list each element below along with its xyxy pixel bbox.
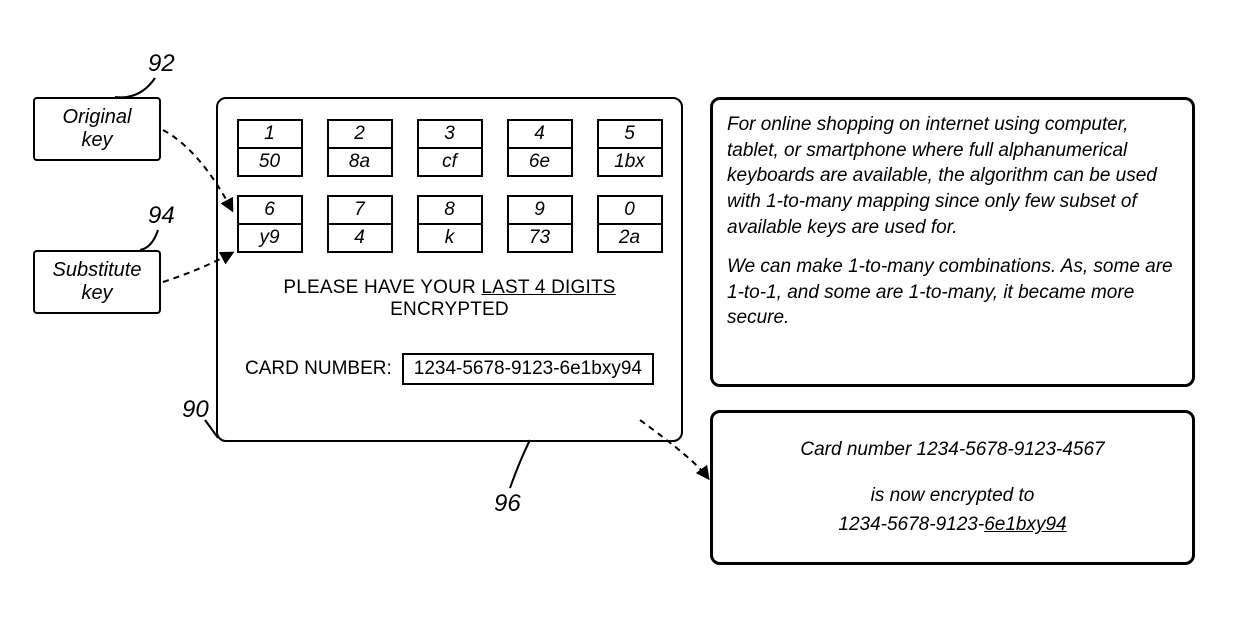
key-5[interactable]: 5 1bx (597, 119, 663, 177)
ref-94: 94 (148, 202, 175, 230)
key-substitute: 50 (239, 149, 301, 175)
key-substitute: 1bx (599, 149, 661, 175)
encryption-result-box: Card number 1234-5678-9123-4567 is now e… (710, 410, 1195, 565)
card-number-row: CARD NUMBER: 1234-5678-9123-6e1bxy94 (245, 353, 654, 385)
key-0[interactable]: 0 2a (597, 195, 663, 253)
description-paragraph-2: We can make 1-to-many combinations. As, … (727, 254, 1178, 331)
key-9[interactable]: 9 73 (507, 195, 573, 253)
card-number-field[interactable]: 1234-5678-9123-6e1bxy94 (402, 353, 654, 385)
prompt-underlined: LAST 4 DIGITS (481, 277, 615, 298)
key-6[interactable]: 6 y9 (237, 195, 303, 253)
key-original: 2 (329, 121, 391, 149)
substitute-key-label-line1: Substitute (53, 259, 142, 282)
substitute-key-label-line2: key (81, 282, 112, 305)
substitute-key-label-box: Substitute key (33, 250, 161, 314)
key-original: 3 (419, 121, 481, 149)
description-paragraph-1: For online shopping on internet using co… (727, 112, 1178, 240)
key-original: 5 (599, 121, 661, 149)
encryption-keypad-panel: 1 50 2 8a 3 cf 4 6e 5 1bx 6 y9 (216, 97, 683, 442)
original-key-label-line1: Original (63, 106, 132, 129)
key-original: 4 (509, 121, 571, 149)
key-8[interactable]: 8 k (417, 195, 483, 253)
key-substitute: 6e (509, 149, 571, 175)
encryption-prompt: PLEASE HAVE YOUR LAST 4 DIGITS ENCRYPTED (238, 277, 661, 321)
ref-96: 96 (494, 490, 521, 518)
key-original: 6 (239, 197, 301, 225)
key-original: 1 (239, 121, 301, 149)
ref-92: 92 (148, 50, 175, 78)
key-4[interactable]: 4 6e (507, 119, 573, 177)
original-key-label-box: Original key (33, 97, 161, 161)
prompt-post: ENCRYPTED (390, 299, 509, 320)
key-original: 9 (509, 197, 571, 225)
key-2[interactable]: 2 8a (327, 119, 393, 177)
key-7[interactable]: 7 4 (327, 195, 393, 253)
key-substitute: 2a (599, 225, 661, 251)
key-substitute: 73 (509, 225, 571, 251)
ref-90: 90 (182, 396, 209, 424)
key-original: 0 (599, 197, 661, 225)
encryption-result-line3-under: 6e1bxy94 (984, 514, 1066, 535)
key-original: 7 (329, 197, 391, 225)
encryption-result-line3: 1234-5678-9123-6e1bxy94 (727, 512, 1178, 538)
key-substitute: k (419, 225, 481, 251)
key-substitute: cf (419, 149, 481, 175)
key-1[interactable]: 1 50 (237, 119, 303, 177)
encryption-result-line3-pre: 1234-5678-9123- (838, 514, 984, 535)
prompt-pre: PLEASE HAVE YOUR (283, 277, 481, 298)
original-key-label-line2: key (81, 129, 112, 152)
key-original: 8 (419, 197, 481, 225)
card-number-label: CARD NUMBER: (245, 358, 392, 380)
encryption-result-line2: is now encrypted to (727, 483, 1178, 509)
key-substitute: 8a (329, 149, 391, 175)
key-3[interactable]: 3 cf (417, 119, 483, 177)
key-substitute: y9 (239, 225, 301, 251)
description-box: For online shopping on internet using co… (710, 97, 1195, 387)
key-substitute: 4 (329, 225, 391, 251)
keypad-row-2: 6 y9 7 4 8 k 9 73 0 2a (237, 195, 663, 253)
keypad-row-1: 1 50 2 8a 3 cf 4 6e 5 1bx (237, 119, 663, 177)
encryption-result-line1: Card number 1234-5678-9123-4567 (727, 437, 1178, 463)
